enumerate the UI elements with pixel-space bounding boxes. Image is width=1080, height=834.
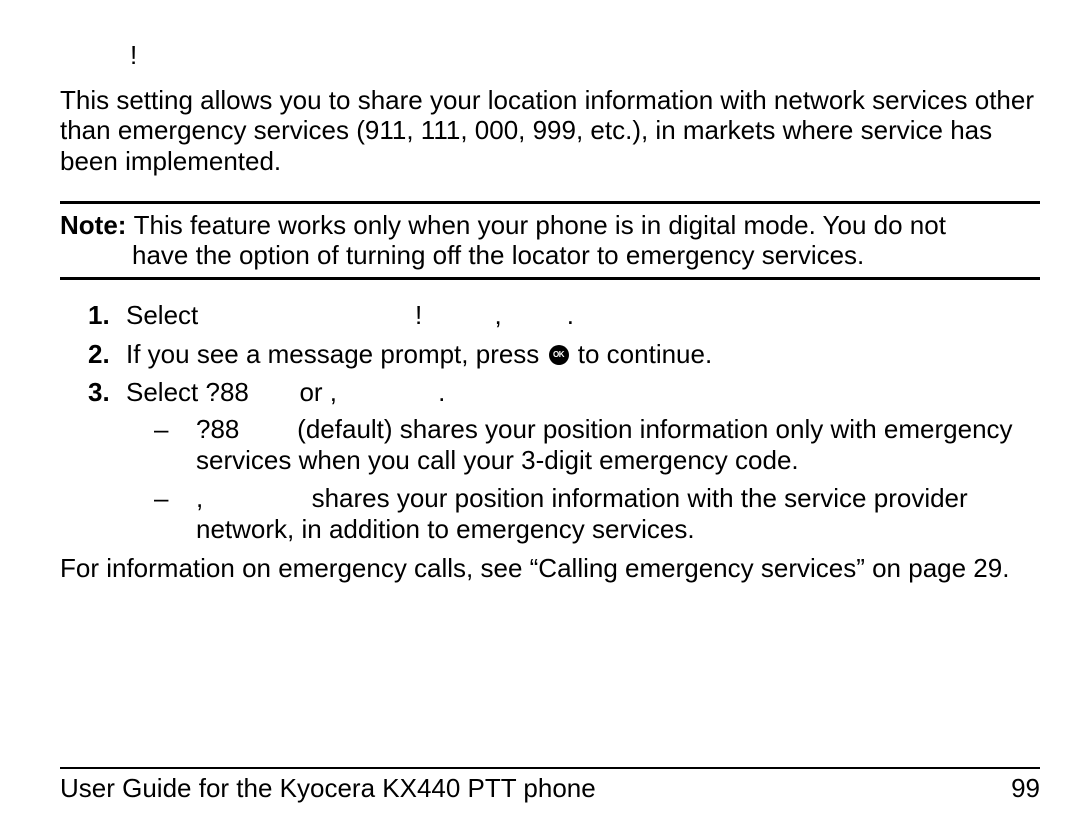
dash-bullet: –: [154, 414, 168, 445]
note-text-line1: This feature works only when your phone …: [134, 210, 1040, 241]
note-text-line2: have the option of turning off the locat…: [60, 240, 1040, 271]
intro-paragraph: This setting allows you to share your lo…: [60, 85, 1040, 177]
heading-glyph: !: [130, 40, 137, 70]
step-2: If you see a message prompt, press to co…: [98, 339, 1040, 370]
step-3: Select ?88 or , . – ?88 (default) shares…: [98, 377, 1040, 544]
sub-b-rest: shares your position information with th…: [196, 483, 975, 544]
step3-lead: Select: [126, 377, 206, 407]
sub-a-rest: (default) shares your position informati…: [196, 414, 1020, 475]
step1-gap: [206, 300, 416, 330]
step-1: Select ! , .: [98, 300, 1040, 331]
step3-sub-a: – ?88 (default) shares your position inf…: [126, 414, 1040, 475]
step3-sub-b: – , shares your position information wit…: [126, 483, 1040, 544]
follow-paragraph: For information on emergency calls, see …: [60, 553, 1040, 584]
step1-sep: ,: [422, 300, 501, 330]
step3-opt-a: ?88: [206, 377, 249, 407]
note-box: Note: This feature works only when your …: [60, 201, 1040, 280]
steps-list: Select ! , . If you see a message prompt…: [60, 300, 1040, 545]
step1-tail: .: [502, 300, 574, 330]
step2-lead: If you see a message prompt, press: [126, 339, 547, 369]
step3-sub-list: – ?88 (default) shares your position inf…: [126, 414, 1040, 545]
step3-mid: or ,: [249, 377, 337, 407]
section-heading-marker: !: [60, 40, 1040, 71]
sub-a-code: ?88: [196, 414, 239, 444]
ok-icon: [549, 345, 569, 365]
footer-left: User Guide for the Kyocera KX440 PTT pho…: [60, 773, 596, 804]
footer-page-number: 99: [1011, 773, 1040, 804]
document-page: ! This setting allows you to share your …: [0, 0, 1080, 834]
step1-lead: Select: [126, 300, 206, 330]
step2-tail: to continue.: [571, 339, 713, 369]
note-label: Note:: [60, 210, 134, 241]
page-footer: User Guide for the Kyocera KX440 PTT pho…: [60, 767, 1040, 804]
step3-tail: .: [337, 377, 445, 407]
note-row: Note: This feature works only when your …: [60, 210, 1040, 241]
dash-bullet: –: [154, 483, 168, 514]
